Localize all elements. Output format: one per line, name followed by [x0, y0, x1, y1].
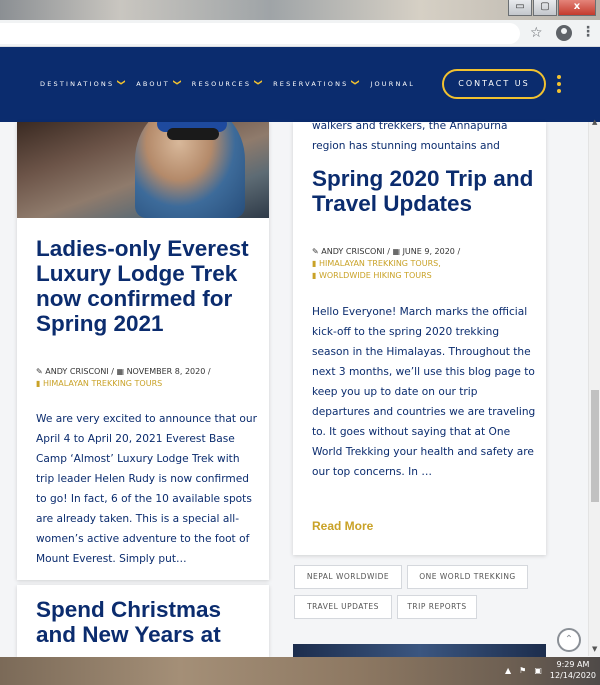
calendar-icon: ▦ [392, 247, 401, 256]
nav-item-label: RESERVATIONS [273, 79, 349, 88]
nav-item-resources[interactable]: RESOURCES ❯ [192, 79, 263, 88]
nav-item-journal[interactable]: JOURNAL [370, 80, 415, 88]
tag-link[interactable]: TRAVEL UPDATES [294, 595, 392, 619]
post-excerpt: We are very excited to announce that our… [36, 413, 257, 565]
taskbar: ▲ ⚑ ▣ 9:29 AM 12/14/2020 [0, 657, 600, 685]
clock[interactable]: 9:29 AM 12/14/2020 [550, 659, 596, 681]
nav-item-label: JOURNAL [370, 79, 416, 88]
contact-us-button[interactable]: CONTACT US [442, 69, 546, 99]
post-card: Spend Christmas and New Years at [17, 585, 269, 657]
tag-link[interactable]: NEPAL WORLDWIDE [294, 565, 402, 589]
chevron-down-icon: ❯ [117, 79, 127, 88]
site-header: DESTINATIONS ❯ ABOUT ❯ RESOURCES ❯ RESER… [0, 47, 600, 122]
chevron-down-icon: ❯ [351, 79, 361, 88]
flag-icon[interactable]: ⚑ [519, 666, 526, 675]
post-title[interactable]: Spring 2020 Trip and Travel Updates [312, 166, 537, 216]
window-titlebar: ▭ ▢ x [0, 0, 600, 20]
tag-link[interactable]: TRIP REPORTS [397, 595, 477, 619]
calendar-icon: ▦ [116, 367, 125, 376]
profile-avatar-icon[interactable] [556, 25, 572, 41]
post-meta: ✎ ANDY CRISCONI / ▦ JUNE 9, 2020 / ▮ HIM… [312, 247, 461, 280]
pencil-icon: ✎ [36, 367, 43, 376]
post-card: Ladies-only Everest Luxury Lodge Trek no… [17, 122, 269, 580]
nav-item-reservations[interactable]: RESERVATIONS ❯ [273, 79, 360, 88]
post-category[interactable]: HIMALAYAN TREKKING TOURS [319, 259, 438, 268]
post-date: JUNE 9, 2020 [402, 247, 455, 256]
post-category[interactable]: WORLDWIDE HIKING TOURS [319, 271, 432, 280]
bookmark-star-icon[interactable]: ☆ [530, 25, 543, 41]
post-author[interactable]: ANDY CRISCONI [321, 247, 384, 256]
post-meta: ✎ ANDY CRISCONI / ▦ NOVEMBER 8, 2020 / ▮… [36, 367, 211, 388]
scrollbar-thumb[interactable] [591, 390, 599, 502]
scroll-down-icon[interactable]: ▼ [592, 645, 597, 653]
browser-menu-icon[interactable]: ⋮ [581, 24, 595, 40]
post-hero-image[interactable] [17, 122, 269, 218]
clock-time: 9:29 AM [556, 660, 590, 669]
previous-post-excerpt: walkers and trekkers, the Annapurna regi… [312, 122, 508, 152]
page-scrollbar[interactable]: ▲ ▼ [588, 118, 600, 656]
post-excerpt: Hello Everyone! March marks the official… [312, 306, 536, 478]
post-author[interactable]: ANDY CRISCONI [45, 367, 108, 376]
more-menu-icon[interactable] [557, 75, 563, 96]
nav-item-label: RESOURCES [191, 79, 252, 88]
post-title[interactable]: Spend Christmas and New Years at [36, 597, 256, 647]
post-date: NOVEMBER 8, 2020 [126, 367, 206, 376]
scroll-up-icon[interactable]: ▲ [592, 118, 597, 126]
clock-date: 12/14/2020 [549, 671, 596, 680]
bookmark-icon: ▮ [36, 379, 41, 388]
tag-link[interactable]: ONE WORLD TREKKING [407, 565, 528, 589]
network-icon[interactable]: ▣ [534, 666, 542, 675]
read-more-link[interactable]: Read More [312, 519, 373, 533]
bookmark-icon: ▮ [312, 259, 317, 268]
tray-expand-icon[interactable]: ▲ [505, 666, 511, 675]
window-controls: ▭ ▢ x [508, 0, 596, 16]
address-field[interactable] [0, 23, 520, 44]
browser-toolbar: ☆ ⋮ [0, 20, 600, 47]
nav-item-destinations[interactable]: DESTINATIONS ❯ [40, 79, 126, 88]
close-button[interactable]: x [558, 0, 596, 16]
pencil-icon: ✎ [312, 247, 319, 256]
chevron-down-icon: ❯ [172, 79, 182, 88]
main-nav: DESTINATIONS ❯ ABOUT ❯ RESOURCES ❯ RESER… [40, 79, 425, 88]
maximize-button[interactable]: ▢ [533, 0, 557, 16]
post-card: walkers and trekkers, the Annapurna regi… [293, 122, 546, 555]
bookmark-icon: ▮ [312, 271, 317, 280]
minimize-button[interactable]: ▭ [508, 0, 532, 16]
post-title[interactable]: Ladies-only Everest Luxury Lodge Trek no… [36, 236, 256, 336]
system-tray: ▲ ⚑ ▣ 9:29 AM 12/14/2020 [505, 659, 596, 681]
nav-item-label: ABOUT [136, 79, 170, 88]
nav-item-label: DESTINATIONS [40, 79, 115, 88]
back-to-top-icon[interactable]: ⌃ [557, 628, 581, 652]
chevron-down-icon: ❯ [254, 79, 264, 88]
post-category[interactable]: HIMALAYAN TREKKING TOURS [43, 379, 162, 388]
nav-item-about[interactable]: ABOUT ❯ [136, 79, 182, 88]
post-preview-image[interactable] [293, 644, 546, 658]
